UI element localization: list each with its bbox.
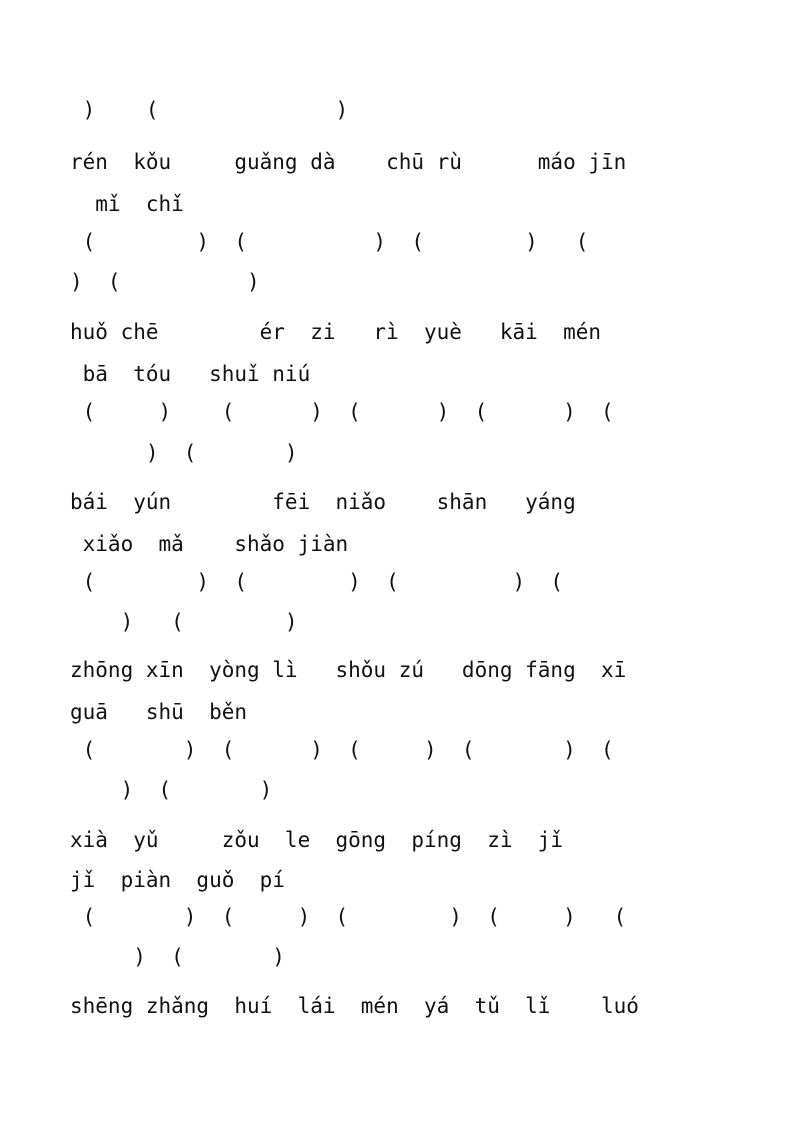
answer-blanks-line[interactable]: ( ) ( ) ( ) ( (70, 230, 589, 254)
worksheet-page: ) ( ) rén kǒu guǎng dà chū rù máo jīn mǐ … (0, 0, 800, 1132)
pinyin-line: shēng zhǎng huí lái mén yá tǔ lǐ luó (70, 994, 639, 1018)
pinyin-line: xià yǔ zǒu le gōng píng zì jǐ (70, 828, 564, 852)
answer-blanks-line[interactable]: ) ( ) (70, 270, 260, 294)
pinyin-line: guā shū běn (70, 700, 248, 724)
pinyin-line: rén kǒu guǎng dà chū rù máo jīn (70, 150, 627, 174)
pinyin-line: bā tóu shuǐ niú (70, 362, 311, 386)
worksheet-sheet: ) ( ) rén kǒu guǎng dà chū rù máo jīn mǐ … (0, 0, 800, 1132)
answer-blanks-line[interactable]: ( ) ( ) ( ) ( ) ( (70, 400, 614, 424)
answer-blanks-line[interactable]: ( ) ( ) ( ) ( (70, 570, 563, 594)
pinyin-line: xiǎo mǎ shǎo jiàn (70, 532, 349, 556)
pinyin-line: mǐ chǐ (70, 192, 184, 216)
pinyin-line: jǐ piàn guǒ pí (70, 868, 285, 892)
answer-blanks-line[interactable]: ) ( ) (70, 98, 349, 122)
answer-blanks-line[interactable]: ) ( ) (70, 610, 298, 634)
answer-blanks-line[interactable]: ( ) ( ) ( ) ( ) ( (70, 905, 627, 929)
answer-blanks-line[interactable]: ( ) ( ) ( ) ( ) ( (70, 738, 614, 762)
answer-blanks-line[interactable]: ) ( ) (70, 778, 273, 802)
answer-blanks-line[interactable]: ) ( ) (70, 441, 298, 465)
answer-blanks-line[interactable]: ) ( ) (70, 945, 285, 969)
pinyin-line: zhōng xīn yòng lì shǒu zú dōng fāng xī (70, 658, 627, 682)
pinyin-line: huǒ chē ér zi rì yuè kāi mén (70, 320, 602, 344)
pinyin-line: bái yún fēi niǎo shān yáng (70, 490, 576, 514)
